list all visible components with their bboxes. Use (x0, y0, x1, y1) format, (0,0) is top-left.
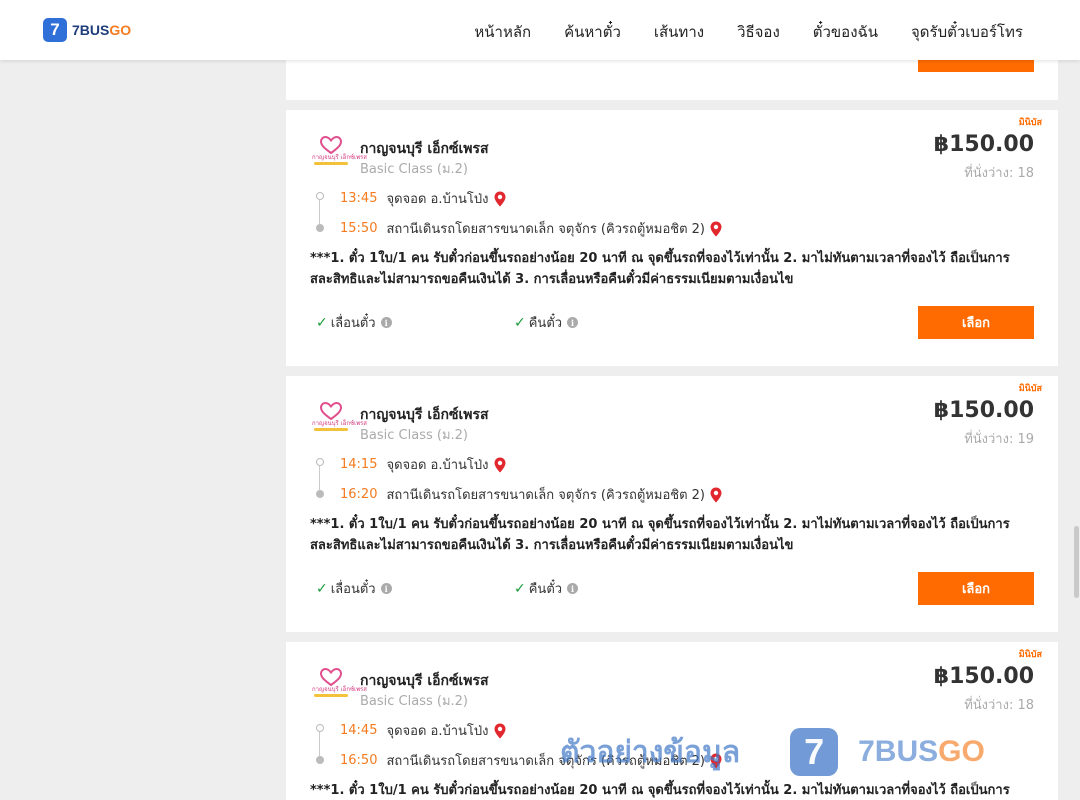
main-nav: หน้าหลัก ค้นหาตั๋ว เส้นทาง วิธีจอง ตั๋วข… (441, 20, 1023, 44)
nav-routes[interactable]: เส้นทาง (654, 20, 704, 44)
check-icon: ✓ (316, 314, 328, 331)
info-icon[interactable]: i (380, 583, 392, 594)
service-class: Basic Class (ม.2) (360, 162, 468, 177)
departure-time: 13:45 (340, 191, 378, 206)
heart-icon (320, 402, 342, 420)
departure-stop: 13:45 จุดจอด อ.บ้านโป่ง (340, 188, 506, 209)
info-icon[interactable]: i (567, 583, 579, 594)
map-pin-icon[interactable] (710, 487, 722, 503)
check-icon: ✓ (316, 580, 328, 597)
check-icon: ✓ (514, 314, 526, 331)
vehicle-type-badge: มินิบัส (1018, 118, 1042, 128)
operator-name: กาญจนบุรี เอ็กซ์เพรส (360, 407, 489, 423)
ticket-price: ฿150.00 (933, 132, 1034, 157)
heart-icon (320, 668, 342, 686)
seats-available: ที่นั่งว่าง: 18 (964, 698, 1034, 713)
operator-name: กาญจนบุรี เอ็กซ์เพรส (360, 141, 489, 157)
arrival-location: สถานีเดินรถโดยสารขนาดเล็ก จตุจักร (คิวรถ… (386, 488, 705, 503)
arrival-stop: 15:50 สถานีเดินรถโดยสารขนาดเล็ก จตุจักร … (340, 218, 722, 239)
departure-stop: 14:45 จุดจอด อ.บ้านโป่ง (340, 720, 506, 741)
trip-card: มินิบัส กาญจนบุรี เอ็กซ์เพรส กาญจนบุรี เ… (286, 642, 1058, 800)
map-pin-icon[interactable] (494, 457, 506, 473)
vehicle-type-badge: มินิบัส (1018, 650, 1042, 660)
route-timeline (316, 724, 324, 764)
ticket-conditions: ***1. ตั๋ว 1ใบ/1 คน รับตั๋วก่อนขึ้นรถอย่… (310, 251, 1010, 287)
feature-reschedule: ✓ เลื่อนตั๋ว i (316, 578, 392, 599)
arrival-location: สถานีเดินรถโดยสารขนาดเล็ก จตุจักร (คิวรถ… (386, 754, 705, 769)
trip-card: มินิบัส กาญจนบุรี เอ็กซ์เพรส กาญจนบุรี เ… (286, 110, 1058, 366)
operator-logo: กาญจนบุรี เอ็กซ์เพรส (312, 402, 367, 442)
departure-stop: 14:15 จุดจอด อ.บ้านโป่ง (340, 454, 506, 475)
operator-logo-text: กาญจนบุรี เอ็กซ์เพรส (312, 686, 367, 693)
ticket-conditions: ***1. ตั๋ว 1ใบ/1 คน รับตั๋วก่อนขึ้นรถอย่… (310, 517, 1010, 553)
map-pin-icon[interactable] (710, 753, 722, 769)
site-header: 7 7BUSGO หน้าหลัก ค้นหาตั๋ว เส้นทาง วิธี… (0, 0, 1080, 60)
feature-reschedule: ✓ เลื่อนตั๋ว i (316, 312, 392, 333)
logo-mark: 7 (43, 18, 67, 42)
map-pin-icon[interactable] (710, 221, 722, 237)
route-timeline (316, 192, 324, 232)
nav-pickup-points[interactable]: จุดรับตั๋วเบอร์โทร (911, 20, 1023, 44)
arrival-stop: 16:50 สถานีเดินรถโดยสารขนาดเล็ก จตุจักร … (340, 750, 722, 771)
ticket-conditions: ***1. ตั๋ว 1ใบ/1 คน รับตั๋วก่อนขึ้นรถอย่… (310, 783, 1010, 798)
nav-search-ticket[interactable]: ค้นหาตั๋ว (564, 20, 621, 44)
nav-home[interactable]: หน้าหลัก (474, 20, 531, 44)
arrival-time: 16:50 (340, 753, 378, 768)
service-class: Basic Class (ม.2) (360, 428, 468, 443)
trip-card-previous (286, 60, 1058, 100)
operator-logo-text: กาญจนบุรี เอ็กซ์เพรส (312, 420, 367, 427)
ticket-price: ฿150.00 (933, 398, 1034, 423)
operator-logo-text: กาญจนบุรี เอ็กซ์เพรส (312, 154, 367, 161)
vehicle-type-badge: มินิบัส (1018, 384, 1042, 394)
arrival-time: 16:20 (340, 487, 378, 502)
departure-time: 14:15 (340, 457, 378, 472)
info-icon[interactable]: i (567, 317, 579, 328)
feature-refund: ✓ คืนตั๋ว i (514, 578, 579, 599)
nav-how-to-book[interactable]: วิธีจอง (737, 20, 780, 44)
info-icon[interactable]: i (380, 317, 392, 328)
operator-logo: กาญจนบุรี เอ็กซ์เพรส (312, 668, 367, 708)
ticket-price: ฿150.00 (933, 664, 1034, 689)
scrollbar-thumb[interactable] (1074, 526, 1079, 598)
trip-card: มินิบัส กาญจนบุรี เอ็กซ์เพรส กาญจนบุรี เ… (286, 376, 1058, 632)
seats-available: ที่นั่งว่าง: 19 (964, 432, 1034, 447)
arrival-time: 15:50 (340, 221, 378, 236)
departure-location: จุดจอด อ.บ้านโป่ง (386, 192, 489, 207)
departure-location: จุดจอด อ.บ้านโป่ง (386, 458, 489, 473)
logo-text: 7BUSGO (72, 22, 132, 38)
scrollbar[interactable] (1072, 60, 1080, 800)
site-logo[interactable]: 7 7BUSGO (43, 18, 131, 42)
nav-my-tickets[interactable]: ตั๋วของฉัน (813, 20, 878, 44)
select-button-previous[interactable] (918, 60, 1034, 72)
map-pin-icon[interactable] (494, 723, 506, 739)
operator-name: กาญจนบุรี เอ็กซ์เพรส (360, 673, 489, 689)
departure-location: จุดจอด อ.บ้านโป่ง (386, 724, 489, 739)
check-icon: ✓ (514, 580, 526, 597)
map-pin-icon[interactable] (494, 191, 506, 207)
service-class: Basic Class (ม.2) (360, 694, 468, 709)
select-trip-button[interactable]: เลือก (918, 572, 1034, 605)
operator-logo: กาญจนบุรี เอ็กซ์เพรส (312, 136, 367, 176)
select-trip-button[interactable]: เลือก (918, 306, 1034, 339)
heart-icon (320, 136, 342, 154)
feature-refund: ✓ คืนตั๋ว i (514, 312, 579, 333)
departure-time: 14:45 (340, 723, 378, 738)
arrival-stop: 16:20 สถานีเดินรถโดยสารขนาดเล็ก จตุจักร … (340, 484, 722, 505)
seats-available: ที่นั่งว่าง: 18 (964, 166, 1034, 181)
route-timeline (316, 458, 324, 498)
arrival-location: สถานีเดินรถโดยสารขนาดเล็ก จตุจักร (คิวรถ… (386, 222, 705, 237)
